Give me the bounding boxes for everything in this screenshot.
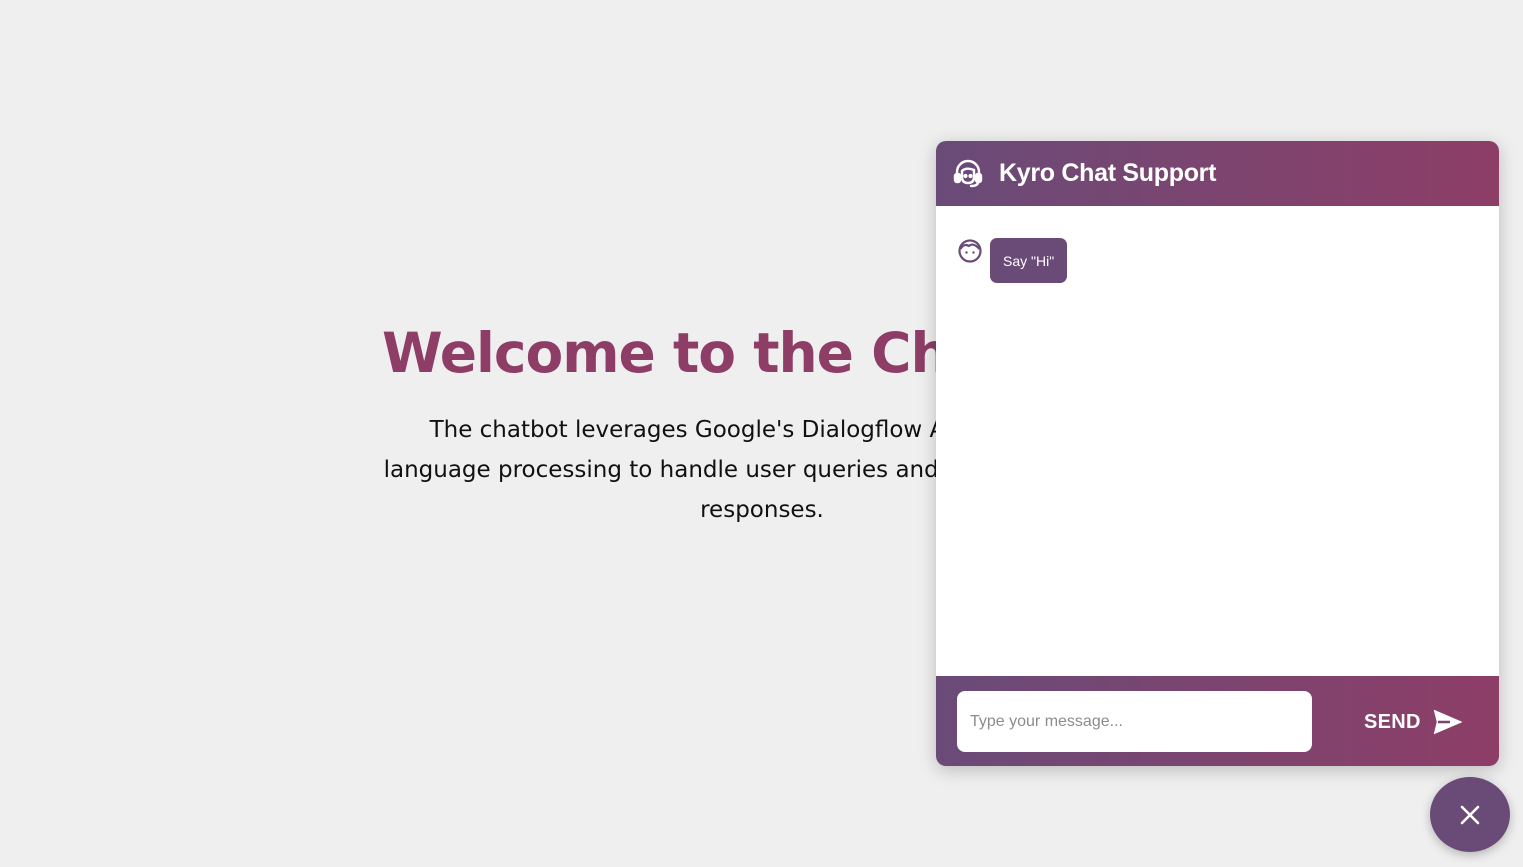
close-icon	[1459, 804, 1481, 826]
bot-message: Say "Hi"	[957, 238, 1068, 283]
chat-title: Kyro Chat Support	[999, 159, 1217, 187]
chat-input-bar: SEND	[936, 676, 1499, 766]
send-arrow-icon	[1433, 709, 1463, 735]
send-label: SEND	[1364, 710, 1421, 733]
chat-messages: Say "Hi"	[936, 206, 1499, 676]
bot-face-icon	[957, 238, 983, 264]
message-input[interactable]	[957, 691, 1312, 752]
chat-window: Kyro Chat Support Say "Hi" SEND	[936, 141, 1499, 766]
send-button[interactable]: SEND	[1364, 704, 1463, 740]
headset-icon	[952, 158, 984, 190]
page: Welcome to the Chatbot The chatbot lever…	[0, 0, 1523, 867]
close-chat-button[interactable]	[1430, 777, 1510, 852]
message-bubble: Say "Hi"	[990, 238, 1068, 283]
chat-header: Kyro Chat Support	[936, 141, 1499, 206]
